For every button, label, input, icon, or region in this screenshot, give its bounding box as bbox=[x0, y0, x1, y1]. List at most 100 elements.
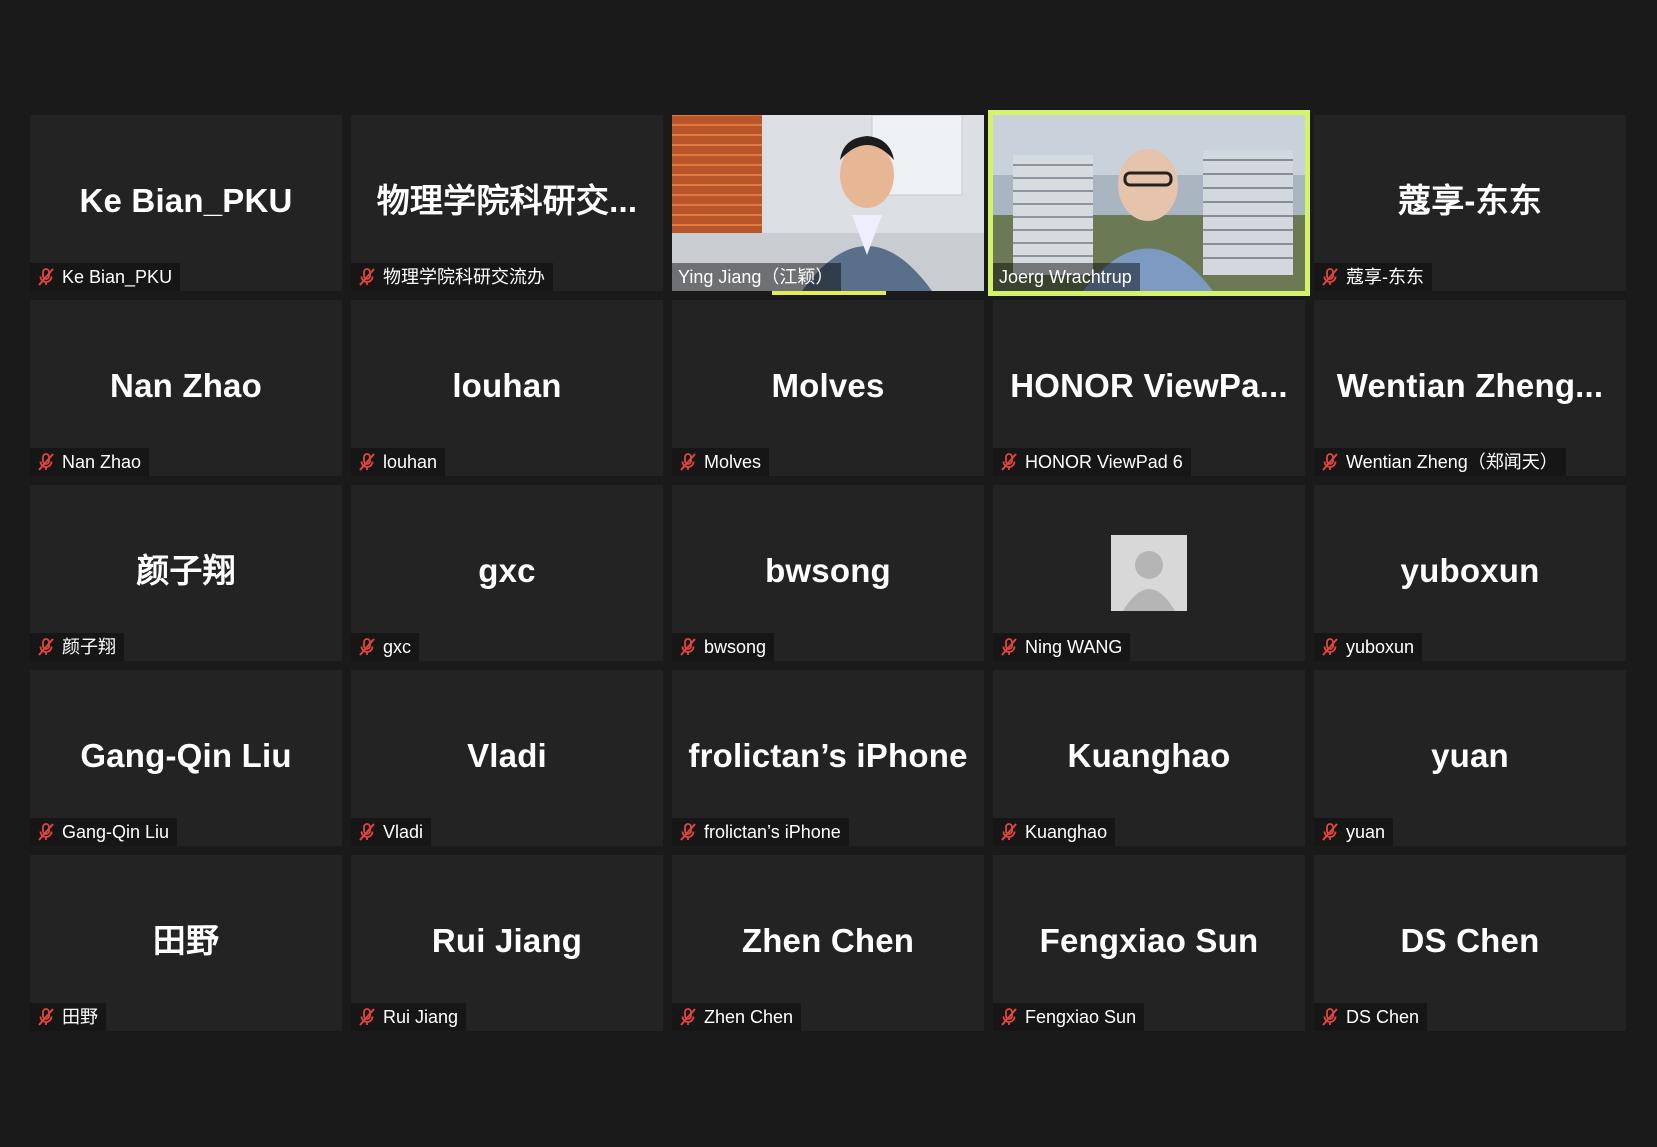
participant-name: Kuanghao bbox=[1025, 822, 1108, 842]
participant-name-label: frolictan’s iPhone bbox=[672, 818, 849, 846]
participant-name: Ke Bian_PKU bbox=[62, 267, 173, 287]
participant-display-name: yuan bbox=[1431, 737, 1509, 774]
participant-tile[interactable]: Wentian Zheng... Wentian Zheng（郑闻天） bbox=[1314, 300, 1626, 476]
participant-tile[interactable]: DS Chen DS Chen bbox=[1314, 855, 1626, 1031]
participant-name-label: 物理学院科研交流办 bbox=[351, 263, 553, 291]
mic-off-icon bbox=[999, 637, 1019, 657]
participant-name-label: gxc bbox=[351, 633, 420, 661]
participant-name-label: Kuanghao bbox=[993, 818, 1116, 846]
mic-off-icon bbox=[1320, 452, 1340, 472]
participant-name: DS Chen bbox=[1346, 1007, 1420, 1027]
participant-display-name: louhan bbox=[452, 367, 562, 404]
participant-name-label: Ning WANG bbox=[993, 633, 1131, 661]
participant-display-name: Wentian Zheng... bbox=[1336, 367, 1604, 404]
mic-off-icon bbox=[36, 637, 56, 657]
participant-tile[interactable]: Vladi Vladi bbox=[351, 670, 663, 846]
mic-off-icon bbox=[1320, 822, 1340, 842]
participant-display-name: 物理学院科研交... bbox=[376, 182, 638, 219]
participant-display-name: gxc bbox=[478, 552, 536, 589]
participant-name: Wentian Zheng（郑闻天） bbox=[1346, 452, 1558, 472]
participant-name-label: DS Chen bbox=[1314, 1003, 1428, 1031]
mic-off-icon bbox=[357, 637, 377, 657]
participant-tile[interactable]: Molves Molves bbox=[672, 300, 984, 476]
participant-tile[interactable]: Rui Jiang Rui Jiang bbox=[351, 855, 663, 1031]
participant-name: HONOR ViewPad 6 bbox=[1025, 452, 1183, 472]
participant-name-label: Ke Bian_PKU bbox=[30, 263, 181, 291]
participant-tile[interactable]: Joerg Wrachtrup bbox=[988, 110, 1310, 296]
participant-name-label: Nan Zhao bbox=[30, 448, 150, 476]
mic-off-icon bbox=[357, 822, 377, 842]
participant-display-name: Ke Bian_PKU bbox=[79, 182, 293, 219]
participant-tile[interactable]: louhan louhan bbox=[351, 300, 663, 476]
participant-tile[interactable]: Gang-Qin Liu Gang-Qin Liu bbox=[30, 670, 342, 846]
participant-display-name: Kuanghao bbox=[1067, 737, 1231, 774]
participant-name: bwsong bbox=[704, 637, 767, 657]
mic-off-icon bbox=[678, 637, 698, 657]
participant-tile[interactable]: yuboxun yuboxun bbox=[1314, 485, 1626, 661]
participant-tile[interactable]: 颜子翔 颜子翔 bbox=[30, 485, 342, 661]
mic-off-icon bbox=[357, 267, 377, 287]
mic-off-icon bbox=[1320, 1007, 1340, 1027]
default-avatar-icon bbox=[1111, 535, 1187, 611]
participant-display-name: HONOR ViewPa... bbox=[1010, 367, 1288, 404]
participant-tile[interactable]: Ying Jiang（江颖） bbox=[672, 115, 984, 291]
participant-name-label: HONOR ViewPad 6 bbox=[993, 448, 1191, 476]
participant-name: Ning WANG bbox=[1025, 637, 1123, 657]
participant-tile[interactable]: Fengxiao Sun Fengxiao Sun bbox=[993, 855, 1305, 1031]
participant-name: 物理学院科研交流办 bbox=[383, 267, 545, 287]
participant-tile[interactable]: frolictan’s iPhone frolictan’s iPhone bbox=[672, 670, 984, 846]
participant-display-name: yuboxun bbox=[1400, 552, 1540, 589]
participant-display-name: Vladi bbox=[467, 737, 547, 774]
mic-off-icon bbox=[678, 452, 698, 472]
meeting-gallery-view: Ke Bian_PKU Ke Bian_PKU 物理学院科研交... 物理学院科研交流… bbox=[0, 0, 1657, 1147]
participant-name-label: Molves bbox=[672, 448, 770, 476]
participant-name: Zhen Chen bbox=[704, 1007, 794, 1027]
participant-tile[interactable]: bwsong bwsong bbox=[672, 485, 984, 661]
participant-name: Molves bbox=[704, 452, 762, 472]
participant-name: yuan bbox=[1346, 822, 1386, 842]
mic-off-icon bbox=[999, 452, 1019, 472]
participant-name-label: Wentian Zheng（郑闻天） bbox=[1314, 448, 1566, 476]
participant-name-label: Gang-Qin Liu bbox=[30, 818, 178, 846]
participant-tile[interactable]: 蔻享-东东 蔻享-东东 bbox=[1314, 115, 1626, 291]
mic-off-icon bbox=[357, 452, 377, 472]
participant-name-label: louhan bbox=[351, 448, 446, 476]
participant-name-label: Vladi bbox=[351, 818, 432, 846]
mic-off-icon bbox=[357, 1007, 377, 1027]
participant-display-name: 蔻享-东东 bbox=[1398, 182, 1542, 219]
participant-tile[interactable]: Ning WANG bbox=[993, 485, 1305, 661]
participant-display-name: Gang-Qin Liu bbox=[80, 737, 292, 774]
mic-off-icon bbox=[678, 822, 698, 842]
participant-tile[interactable]: 物理学院科研交... 物理学院科研交流办 bbox=[351, 115, 663, 291]
participant-name-label: Rui Jiang bbox=[351, 1003, 467, 1031]
participant-name-label: 颜子翔 bbox=[30, 633, 124, 661]
participant-name-label: 蔻享-东东 bbox=[1314, 263, 1432, 291]
participant-name: Joerg Wrachtrup bbox=[999, 267, 1132, 287]
participant-name: louhan bbox=[383, 452, 438, 472]
mic-off-icon bbox=[36, 267, 56, 287]
participant-name: frolictan’s iPhone bbox=[704, 822, 841, 842]
mic-off-icon bbox=[678, 1007, 698, 1027]
participant-tile[interactable]: HONOR ViewPa... HONOR ViewPad 6 bbox=[993, 300, 1305, 476]
participant-display-name: frolictan’s iPhone bbox=[688, 737, 968, 774]
participant-name-label: Zhen Chen bbox=[672, 1003, 802, 1031]
participant-name: Fengxiao Sun bbox=[1025, 1007, 1137, 1027]
participant-tile[interactable]: Nan Zhao Nan Zhao bbox=[30, 300, 342, 476]
participant-display-name: bwsong bbox=[765, 552, 891, 589]
participant-tile[interactable]: Kuanghao Kuanghao bbox=[993, 670, 1305, 846]
participant-display-name: Molves bbox=[771, 367, 885, 404]
participant-tile[interactable]: Zhen Chen Zhen Chen bbox=[672, 855, 984, 1031]
participant-tile[interactable]: Ke Bian_PKU Ke Bian_PKU bbox=[30, 115, 342, 291]
participant-tile[interactable]: gxc gxc bbox=[351, 485, 663, 661]
mic-off-icon bbox=[36, 1007, 56, 1027]
participant-name-label: 田野 bbox=[30, 1003, 106, 1031]
participant-display-name: Zhen Chen bbox=[741, 922, 915, 959]
participant-name: Gang-Qin Liu bbox=[62, 822, 170, 842]
participant-tile[interactable]: yuan yuan bbox=[1314, 670, 1626, 846]
mic-off-icon bbox=[999, 1007, 1019, 1027]
participant-grid: Ke Bian_PKU Ke Bian_PKU 物理学院科研交... 物理学院科研交流… bbox=[30, 110, 1626, 1031]
participant-tile[interactable]: 田野 田野 bbox=[30, 855, 342, 1031]
participant-name: Ying Jiang（江颖） bbox=[678, 267, 834, 287]
speaking-indicator bbox=[772, 291, 886, 295]
mic-off-icon bbox=[36, 452, 56, 472]
